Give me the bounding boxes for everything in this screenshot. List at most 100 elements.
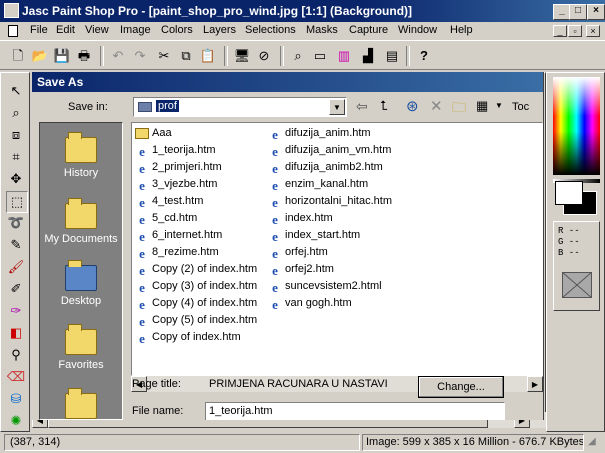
doc-close-button[interactable]: × bbox=[586, 25, 600, 37]
menu-layers[interactable]: Layers bbox=[203, 24, 236, 36]
layers-icon[interactable]: ▤ bbox=[382, 46, 402, 66]
menu-masks[interactable]: Masks bbox=[306, 24, 338, 36]
lasso-tool-icon[interactable]: ➰ bbox=[6, 213, 26, 233]
back-icon[interactable]: ⇦ bbox=[356, 98, 368, 115]
deform-tool-icon[interactable]: ⧈ bbox=[6, 125, 26, 145]
app-title: Jasc Paint Shop Pro - [paint_shop_pro_wi… bbox=[22, 4, 413, 18]
dialog-title-bar[interactable]: Save As bbox=[32, 72, 543, 92]
move-tool-icon[interactable]: ✥ bbox=[6, 169, 26, 189]
views-icon[interactable]: ▦ bbox=[476, 98, 488, 114]
file-list-item[interactable]: e van gogh.htm bbox=[268, 295, 352, 312]
up-folder-icon[interactable]: ⮤ bbox=[380, 98, 388, 114]
menu-view[interactable]: View bbox=[85, 24, 109, 36]
save-in-dropdown[interactable]: prof ▼ bbox=[133, 97, 347, 117]
menu-colors[interactable]: Colors bbox=[161, 24, 193, 36]
eraser-tool-icon[interactable]: ⌫ bbox=[6, 367, 26, 387]
color-spectrum[interactable] bbox=[553, 77, 600, 175]
file-list-item[interactable]: e Copy of index.htm bbox=[135, 329, 241, 346]
place-desktop[interactable]: Desktop bbox=[40, 260, 122, 307]
browse-icon[interactable]: 🖥 bbox=[232, 46, 252, 66]
tools-menu[interactable]: Toc bbox=[512, 101, 529, 113]
file-list-item[interactable]: e difuzija_anim_vm.htm bbox=[268, 142, 391, 159]
file-name: 4_test.htm bbox=[152, 195, 204, 207]
resize-grip-icon[interactable]: ◢ bbox=[588, 436, 596, 447]
new-folder-icon[interactable]: 🗀 bbox=[452, 97, 466, 121]
scratch-remover-icon[interactable]: ⚲ bbox=[6, 345, 26, 365]
file-list-item[interactable]: e horizontalni_hitac.htm bbox=[268, 193, 392, 210]
arrow-tool-icon[interactable]: ↖ bbox=[6, 81, 26, 101]
close-button[interactable]: × bbox=[587, 4, 605, 20]
file-name-input[interactable]: 1_teorija.htm bbox=[205, 402, 505, 420]
retouch-tool-icon[interactable]: ◧ bbox=[6, 323, 26, 343]
selection-tool-icon[interactable]: ⬚ bbox=[6, 191, 28, 213]
file-list-item[interactable]: e 2_primjeri.htm bbox=[135, 159, 222, 176]
paste-icon[interactable]: 📋 bbox=[198, 46, 218, 66]
delete-icon[interactable]: ✕ bbox=[430, 97, 443, 115]
dropper-tool-icon[interactable]: ✎ bbox=[6, 235, 26, 255]
no-icon[interactable]: ⊘ bbox=[254, 46, 274, 66]
file-list-item[interactable]: e difuzija_animb2.htm bbox=[268, 159, 383, 176]
crop-tool-icon[interactable]: ⌗ bbox=[6, 147, 26, 167]
views-chevron-icon[interactable]: ▼ bbox=[495, 101, 503, 110]
clone-tool-icon[interactable]: ✐ bbox=[6, 279, 26, 299]
place-history[interactable]: History bbox=[40, 132, 122, 179]
file-list-item[interactable]: e 3_vjezbe.htm bbox=[135, 176, 217, 193]
doc-minimize-button[interactable]: _ bbox=[553, 25, 567, 37]
file-list-item[interactable]: e index_start.htm bbox=[268, 227, 360, 244]
menu-file[interactable]: File bbox=[30, 24, 48, 36]
file-list-item[interactable]: e difuzija_anim.htm bbox=[268, 125, 370, 142]
maximize-button[interactable]: □ bbox=[569, 4, 587, 20]
file-list-item[interactable]: e Copy (2) of index.htm bbox=[135, 261, 257, 278]
palette-icon[interactable]: ▥ bbox=[334, 46, 354, 66]
file-list-item[interactable]: e index.htm bbox=[268, 210, 333, 227]
file-list[interactable]: Aaa e 1_teorija.htm e 2_primjeri.htm e 3_vjezb… bbox=[131, 122, 543, 376]
file-list-item[interactable]: e Copy (4) of index.htm bbox=[135, 295, 257, 312]
redo-icon[interactable]: ↷ bbox=[130, 46, 150, 66]
place-favorites[interactable]: Favorites bbox=[40, 324, 122, 371]
print-icon[interactable]: 🖶 bbox=[74, 46, 94, 66]
menu-help[interactable]: Help bbox=[450, 24, 473, 36]
menu-selections[interactable]: Selections bbox=[245, 24, 296, 36]
search-web-icon[interactable]: ⊛ bbox=[406, 97, 419, 115]
foreground-swatch[interactable] bbox=[555, 181, 583, 205]
zoom-icon[interactable]: ⌕ bbox=[288, 46, 308, 66]
new-icon[interactable]: 🗋 bbox=[8, 46, 28, 66]
chevron-down-icon[interactable]: ▼ bbox=[329, 99, 345, 115]
save-icon[interactable]: 💾 bbox=[52, 46, 72, 66]
flood-fill-icon[interactable]: ⛁ bbox=[6, 389, 26, 409]
app-title-bar[interactable]: Jasc Paint Shop Pro - [paint_shop_pro_wi… bbox=[0, 0, 605, 22]
list-scroll-right[interactable]: ▶ bbox=[527, 376, 543, 392]
paintbrush-tool-icon[interactable]: 🖌 bbox=[6, 257, 26, 277]
zoom-tool-icon[interactable]: ⌕ bbox=[6, 103, 26, 123]
overview-icon[interactable]: ▭ bbox=[310, 46, 330, 66]
menu-image[interactable]: Image bbox=[120, 24, 151, 36]
menu-window[interactable]: Window bbox=[398, 24, 437, 36]
histogram-icon[interactable]: ▟ bbox=[358, 46, 378, 66]
file-list-item[interactable]: e enzim_kanal.htm bbox=[268, 176, 368, 193]
color-replacer-icon[interactable]: ✑ bbox=[6, 301, 26, 321]
place-network[interactable] bbox=[40, 388, 122, 420]
doc-restore-button[interactable]: ▫ bbox=[568, 25, 582, 37]
airbrush-tool-icon[interactable]: ✺ bbox=[6, 411, 26, 431]
file-list-item[interactable]: e 8_rezime.htm bbox=[135, 244, 219, 261]
open-icon[interactable]: 📂 bbox=[30, 46, 50, 66]
file-list-item[interactable]: e 1_teorija.htm bbox=[135, 142, 215, 159]
undo-icon[interactable]: ↶ bbox=[108, 46, 128, 66]
file-list-item[interactable]: e 6_internet.htm bbox=[135, 227, 222, 244]
menu-capture[interactable]: Capture bbox=[349, 24, 388, 36]
change-button[interactable]: Change... bbox=[418, 376, 504, 398]
swap-colors-icon[interactable]: ⇆ bbox=[585, 203, 593, 214]
file-list-item[interactable]: Aaa bbox=[135, 125, 172, 142]
file-list-item[interactable]: e orfej2.htm bbox=[268, 261, 334, 278]
file-list-item[interactable]: e 5_cd.htm bbox=[135, 210, 197, 227]
help-icon[interactable]: ? bbox=[414, 46, 434, 66]
cut-icon[interactable]: ✂ bbox=[154, 46, 174, 66]
file-list-item[interactable]: e orfej.htm bbox=[268, 244, 328, 261]
place-my-documents[interactable]: My Documents bbox=[40, 198, 122, 245]
file-list-item[interactable]: e 4_test.htm bbox=[135, 193, 203, 210]
copy-icon[interactable]: ⧉ bbox=[176, 46, 196, 66]
menu-edit[interactable]: Edit bbox=[56, 24, 75, 36]
file-list-item[interactable]: e suncevsistem2.html bbox=[268, 278, 381, 295]
file-list-item[interactable]: e Copy (3) of index.htm bbox=[135, 278, 257, 295]
file-list-item[interactable]: e Copy (5) of index.htm bbox=[135, 312, 257, 329]
